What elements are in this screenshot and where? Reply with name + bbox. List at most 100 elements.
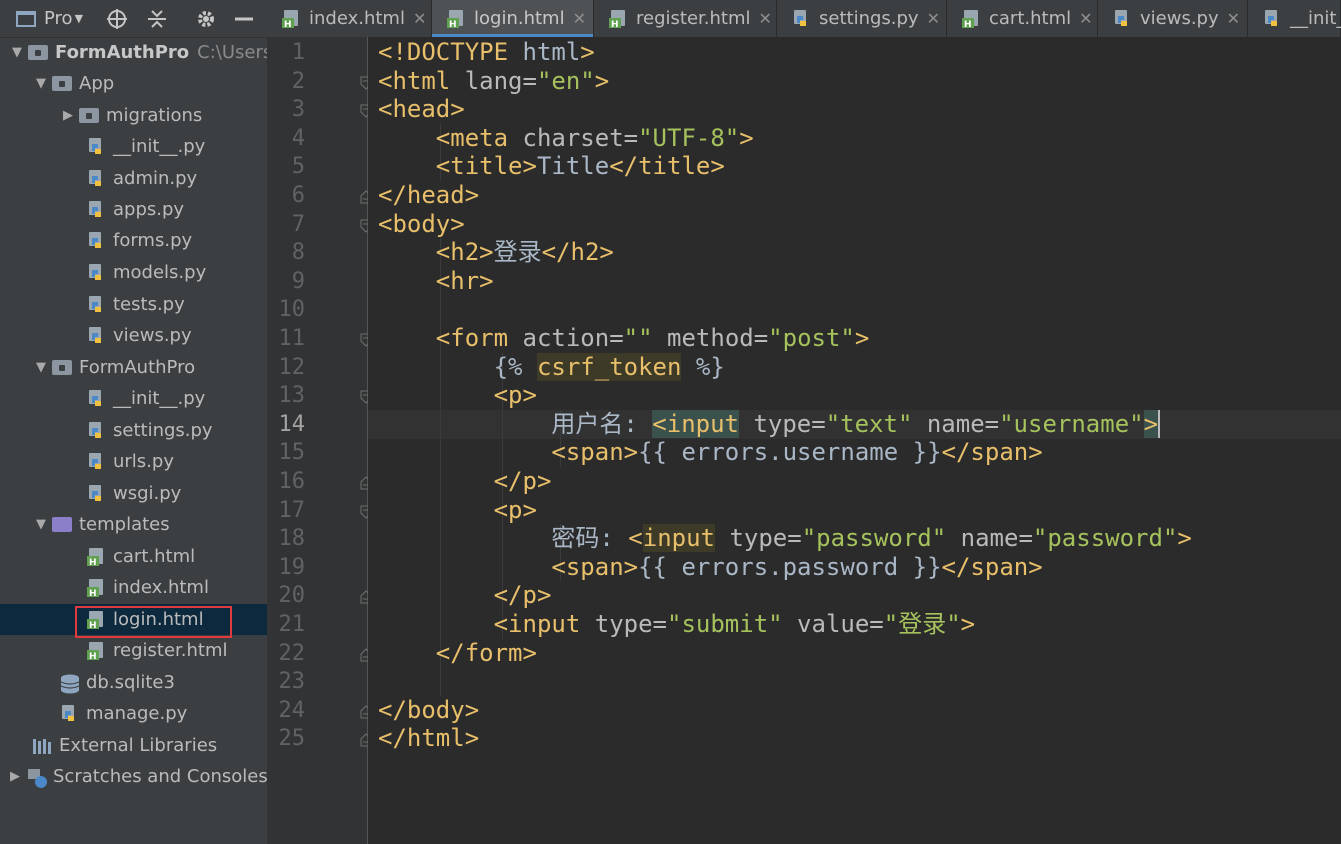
line-number: 25 [278, 726, 306, 752]
code-line[interactable]: <head> [378, 95, 465, 124]
tab-views-py[interactable]: views.py ✕ [1098, 0, 1248, 37]
library-icon [32, 736, 54, 756]
tree-item-formauthpro[interactable]: ▼ FormAuthPro [0, 352, 267, 383]
code-line[interactable]: </form> [378, 639, 537, 668]
tree-item-app[interactable]: ▼ App [0, 68, 267, 99]
chevron-down-icon[interactable]: ▼ [6, 45, 28, 60]
tab-index-html[interactable]: Hindex.html ✕ [267, 0, 432, 37]
code-line[interactable]: </body> [378, 696, 479, 725]
close-icon[interactable]: ✕ [413, 9, 426, 28]
chevron-right-icon[interactable]: ▶ [4, 769, 26, 784]
project-view-selector[interactable]: Pro ▼ [16, 0, 83, 37]
close-icon[interactable]: ✕ [573, 9, 586, 28]
folder-icon [52, 515, 74, 535]
tree-item-file[interactable]: views.py [0, 320, 267, 351]
project-view-label: Pro [44, 8, 73, 29]
python-file-icon [86, 263, 108, 283]
line-number: 17 [278, 497, 306, 523]
code-editor[interactable]: <!DOCTYPE html> <html lang="en"> <head> <m… [368, 37, 1341, 844]
tree-item-templates[interactable]: ▼ templates [0, 509, 267, 540]
close-icon[interactable]: ✕ [759, 9, 772, 28]
tab-cart-html[interactable]: Hcart.html ✕ [947, 0, 1098, 37]
collapse-all-icon[interactable] [146, 0, 168, 37]
tab-init-py[interactable]: __init_ [1248, 0, 1341, 37]
code-line[interactable]: <span>{{ errors.password }}</span> [378, 553, 1042, 582]
code-line[interactable]: </p> [378, 467, 552, 496]
code-line[interactable]: <hr> [378, 267, 494, 296]
ide-window: Pro ▼ ▼ FormAuthPro C:\User ▼ App ▶ migr… [0, 0, 1341, 844]
folder-icon [52, 358, 74, 378]
line-number: 9 [291, 268, 305, 294]
line-number: 13 [278, 383, 306, 409]
python-file-icon [1262, 9, 1284, 29]
code-line[interactable]: <form action="" method="post"> [378, 324, 870, 353]
tree-item-file[interactable]: Hregister.html [0, 635, 267, 666]
chevron-down-icon[interactable]: ▼ [30, 76, 52, 91]
code-line[interactable]: 用户名: <input type="text" name="username"> [378, 409, 1161, 439]
line-number: 14 [278, 411, 306, 437]
tree-item-label: models.py [113, 262, 207, 283]
tree-item-root[interactable]: ▼ FormAuthPro C:\Users\ [0, 37, 267, 68]
tree-item-file[interactable]: Hcart.html [0, 541, 267, 572]
python-file-icon [59, 704, 81, 724]
code-line[interactable]: <input type="submit" value="登录"> [378, 610, 976, 639]
locate-icon[interactable] [106, 0, 128, 37]
tree-item-file[interactable]: models.py [0, 257, 267, 288]
tree-item-file[interactable]: __init__.py [0, 131, 267, 162]
tree-item-file[interactable]: urls.py [0, 446, 267, 477]
python-file-icon [86, 137, 108, 157]
minimize-icon[interactable] [234, 0, 254, 37]
code-line[interactable]: </head> [378, 181, 479, 210]
tree-item-migrations[interactable]: ▶ migrations [0, 100, 267, 131]
python-file-icon [86, 484, 108, 504]
svg-text:H: H [89, 652, 97, 661]
tree-item-label: migrations [106, 105, 203, 126]
gear-icon[interactable] [195, 0, 217, 37]
tab-label: index.html [309, 8, 405, 29]
close-icon[interactable]: ✕ [1227, 9, 1240, 28]
close-icon[interactable]: ✕ [927, 9, 940, 28]
code-line[interactable]: <title>Title</title> [378, 152, 725, 181]
tree-item-scratches[interactable]: ▶ Scratches and Consoles [0, 761, 267, 792]
code-line[interactable]: <!DOCTYPE html> [378, 38, 595, 67]
tab-register-html[interactable]: Hregister.html ✕ [594, 0, 777, 37]
code-line[interactable]: <h2>登录</h2> [378, 238, 614, 267]
tree-item-file[interactable]: wsgi.py [0, 478, 267, 509]
code-line[interactable]: <body> [378, 210, 465, 239]
python-file-icon [86, 200, 108, 220]
tree-item-file[interactable]: manage.py [0, 698, 267, 729]
tree-item-file[interactable]: __init__.py [0, 383, 267, 414]
tree-item-file[interactable]: apps.py [0, 194, 267, 225]
tree-item-file[interactable]: tests.py [0, 289, 267, 320]
tree-item-file[interactable]: admin.py [0, 163, 267, 194]
line-number: 19 [278, 554, 306, 580]
tree-item-label: wsgi.py [113, 483, 182, 504]
tree-item-external-libraries[interactable]: External Libraries [0, 730, 267, 761]
code-line[interactable]: 密码: <input type="password" name="passwor… [378, 524, 1192, 553]
tree-item-file[interactable]: settings.py [0, 415, 267, 446]
tree-item-file[interactable]: forms.py [0, 225, 267, 256]
code-line[interactable]: <span>{{ errors.username }}</span> [378, 438, 1042, 467]
tree-item-label: __init__.py [113, 136, 206, 157]
chevron-down-icon[interactable]: ▼ [30, 517, 52, 532]
python-file-icon [86, 452, 108, 472]
code-line[interactable]: </html> [378, 724, 479, 753]
tab-login-html[interactable]: Hlogin.html ✕ [432, 0, 594, 37]
tree-item-file[interactable]: Hindex.html [0, 572, 267, 603]
chevron-down-icon[interactable]: ▼ [30, 360, 52, 375]
code-line[interactable]: <meta charset="UTF-8"> [378, 124, 754, 153]
code-line[interactable]: <html lang="en"> [378, 67, 609, 96]
line-number: 1 [291, 40, 305, 65]
close-icon[interactable]: ✕ [1079, 9, 1092, 28]
code-line[interactable]: </p> [378, 581, 552, 610]
code-line[interactable]: <p> [378, 381, 537, 410]
line-number: 12 [278, 354, 306, 380]
tree-item-file[interactable]: db.sqlite3 [0, 667, 267, 698]
project-root-name: FormAuthPro [55, 42, 190, 63]
chevron-right-icon[interactable]: ▶ [57, 108, 79, 123]
code-line[interactable]: <p> [378, 496, 537, 525]
code-line[interactable]: {% csrf_token %} [378, 352, 725, 382]
database-icon [59, 673, 81, 693]
tab-settings-py[interactable]: settings.py ✕ [777, 0, 947, 37]
tree-item-label: App [79, 73, 115, 94]
